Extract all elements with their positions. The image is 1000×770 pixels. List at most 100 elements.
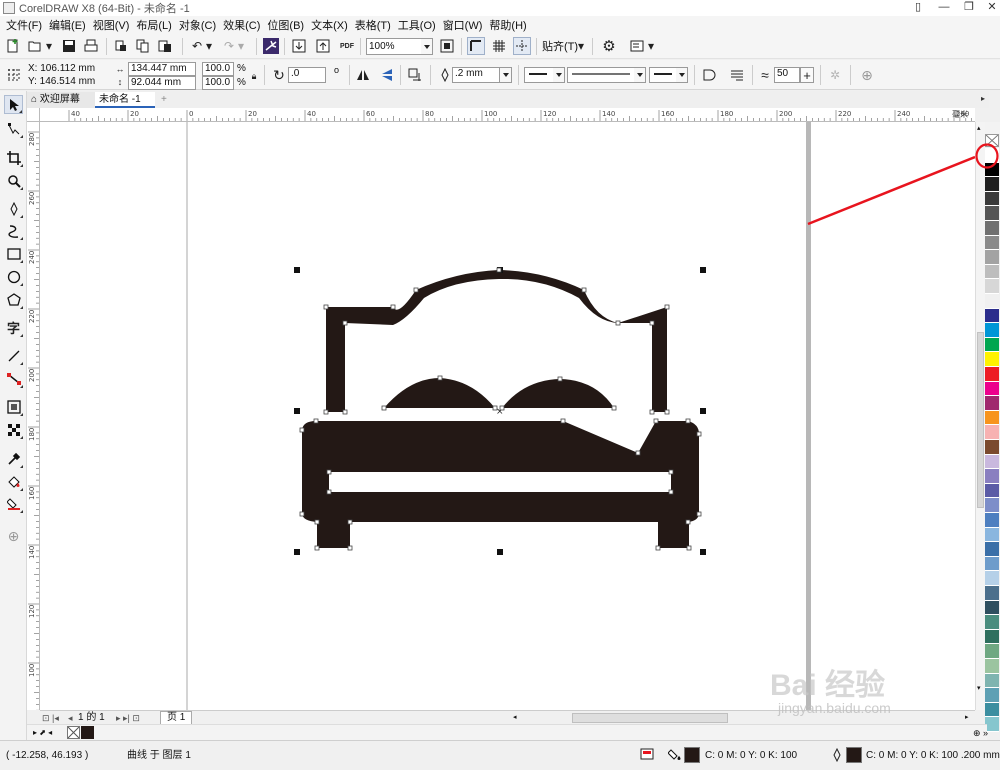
ellipse-tool-icon[interactable] — [4, 267, 23, 286]
minimize-button[interactable]: — — [930, 0, 958, 16]
save-icon[interactable] — [60, 37, 78, 55]
palette-swatch[interactable] — [985, 367, 999, 382]
paste-icon[interactable] — [156, 37, 174, 55]
menu-effects[interactable]: 效果(C) — [223, 17, 267, 33]
hscroll-left-icon[interactable]: ◂ — [513, 712, 517, 724]
palette-swatch[interactable] — [985, 191, 999, 207]
end-arrowhead-dropdown-icon[interactable] — [676, 67, 688, 83]
palette-swatch[interactable] — [985, 469, 999, 484]
options-gear-icon[interactable]: ⚙ — [600, 37, 618, 55]
interactive-fill-icon[interactable] — [4, 472, 23, 491]
artistic-media-icon[interactable] — [4, 221, 23, 240]
object-width-field[interactable]: 134.447 mm — [128, 62, 196, 76]
palette-swatch[interactable] — [985, 629, 999, 645]
show-guidelines-icon[interactable] — [513, 37, 531, 55]
palette-swatch[interactable] — [985, 206, 999, 221]
vertical-scroll-thumb[interactable] — [977, 332, 984, 508]
palette-swatch[interactable] — [985, 396, 999, 411]
zoom-level-input[interactable]: 100% — [366, 38, 422, 55]
menu-bitmaps[interactable]: 位图(B) — [267, 17, 311, 33]
start-arrowhead-dropdown-icon[interactable] — [553, 67, 565, 83]
app-launcher-dropdown-icon[interactable]: ▾ — [646, 37, 656, 55]
palette-swatch[interactable] — [985, 410, 999, 426]
polygon-tool-icon[interactable] — [4, 290, 23, 309]
search-content-icon[interactable] — [262, 37, 280, 55]
start-arrowhead-select[interactable] — [524, 67, 554, 83]
text-tool-icon[interactable]: 字 — [4, 318, 23, 337]
horizontal-scroll-thumb[interactable] — [572, 713, 728, 723]
crop-tool-icon[interactable] — [4, 148, 23, 167]
ruler-origin[interactable] — [27, 108, 40, 122]
palette-swatch[interactable] — [985, 294, 999, 309]
smoothing-slider-icon[interactable]: + — [800, 67, 814, 83]
menu-help[interactable]: 帮助(H) — [489, 17, 533, 33]
palette-swatch[interactable] — [985, 323, 999, 338]
palette-swatch[interactable] — [985, 615, 999, 630]
scroll-up-icon[interactable]: ▴ — [977, 124, 981, 132]
palette-swatch[interactable] — [985, 644, 999, 659]
rotation-angle-field[interactable]: .0 — [288, 67, 326, 83]
connector-tool-icon[interactable] — [4, 369, 23, 388]
end-arrowhead-select[interactable] — [649, 67, 677, 83]
add-tab-button[interactable]: + — [157, 92, 171, 108]
rectangle-tool-icon[interactable] — [4, 244, 23, 263]
palette-swatch[interactable] — [985, 586, 999, 601]
copy-icon[interactable] — [134, 37, 152, 55]
undo-dropdown-icon[interactable]: ▾ — [204, 37, 214, 55]
palette-swatch[interactable] — [985, 221, 999, 236]
shape-tool-icon[interactable] — [4, 119, 23, 138]
line-style-dropdown-icon[interactable] — [634, 67, 646, 83]
publish-pdf-icon[interactable]: PDF — [338, 37, 356, 55]
palette-swatch[interactable] — [985, 542, 999, 557]
nav-prev-page-icon[interactable]: ◂ — [68, 712, 73, 724]
palette-swatch[interactable] — [985, 483, 999, 499]
x-position-field[interactable]: X: 106.112 mm — [26, 63, 104, 77]
drawing-canvas[interactable]: × — [40, 122, 975, 710]
outline-width-field[interactable]: .2 mm — [452, 67, 500, 83]
cut-icon[interactable] — [112, 37, 130, 55]
mirror-vertical-icon[interactable] — [378, 66, 396, 84]
menu-object[interactable]: 对象(C) — [179, 17, 223, 33]
close-curve-icon[interactable] — [700, 66, 718, 84]
palette-scroll-up-icon[interactable] — [985, 122, 1000, 134]
vertical-ruler[interactable]: 280 260 240 220 200 180 160 140 120 100 — [27, 122, 40, 710]
redo-dropdown-icon[interactable]: ▾ — [236, 37, 246, 55]
horizontal-ruler[interactable]: 40 20 0 20 40 60 80 100 120 140 160 180 200 220 240 260… — [40, 108, 975, 122]
menu-text[interactable]: 文本(X) — [311, 17, 355, 33]
add-toolbar-icon[interactable]: ⊕ — [858, 66, 876, 84]
close-button[interactable]: ✕ — [978, 0, 1000, 16]
y-position-field[interactable]: Y: 146.514 mm — [26, 76, 104, 90]
color-proof-icon[interactable] — [640, 748, 654, 766]
fill-color-swatch[interactable] — [684, 747, 700, 763]
palette-swatch[interactable] — [985, 688, 999, 703]
palette-swatch[interactable] — [985, 440, 999, 455]
menu-view[interactable]: 视图(V) — [93, 17, 137, 33]
document-color-swatch[interactable] — [81, 726, 94, 739]
palette-swatch[interactable] — [985, 571, 999, 586]
open-icon[interactable] — [26, 37, 44, 55]
zoom-tool-icon[interactable] — [4, 171, 23, 190]
eyedropper-tool-icon[interactable] — [4, 449, 23, 468]
print-icon[interactable] — [82, 37, 100, 55]
menu-edit[interactable]: 编辑(E) — [49, 17, 93, 33]
menu-table[interactable]: 表格(T) — [355, 17, 398, 33]
nav-first-page-icon[interactable]: ⊡ |◂ — [42, 712, 59, 724]
palette-swatch[interactable] — [985, 454, 999, 470]
import-icon[interactable] — [290, 37, 308, 55]
tabs-scroll-icon[interactable]: ▸ — [981, 94, 985, 103]
palette-swatch[interactable] — [985, 337, 999, 353]
add-tool-icon[interactable]: ⊕ — [4, 527, 23, 546]
palette-swatch[interactable] — [985, 673, 999, 689]
extract-nodes-icon[interactable]: ✲ — [826, 66, 844, 84]
tab-document[interactable]: 未命名 -1 — [95, 92, 155, 108]
menu-file[interactable]: 文件(F) — [6, 17, 49, 33]
palette-swatch[interactable] — [985, 702, 999, 718]
full-screen-icon[interactable] — [438, 37, 456, 55]
show-grid-icon[interactable] — [490, 37, 508, 55]
nav-next-page-icon[interactable]: ▸ ▸| ⊡ — [116, 712, 140, 724]
vertical-scrollbar[interactable]: ▴ ▾ — [975, 122, 985, 710]
freehand-tool-icon[interactable] — [4, 199, 23, 218]
palette-swatch[interactable] — [985, 527, 999, 543]
menu-window[interactable]: 窗口(W) — [443, 17, 490, 33]
outline-color-swatch[interactable] — [846, 747, 862, 763]
